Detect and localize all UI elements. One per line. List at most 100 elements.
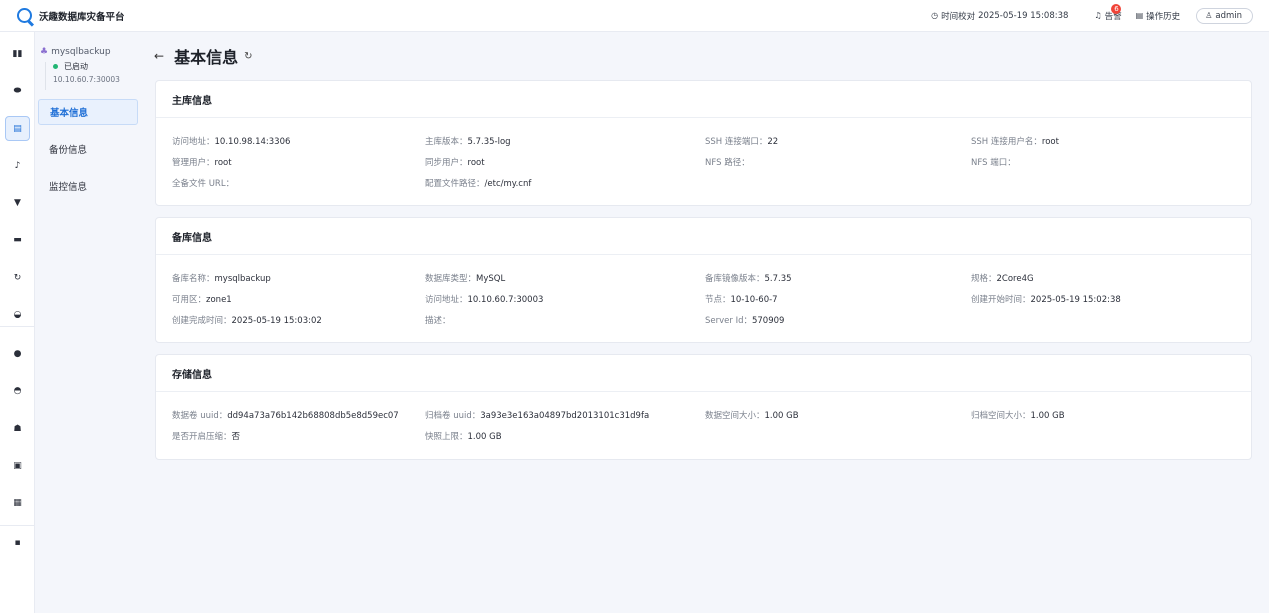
rail-bar-chart[interactable]: ▮▮ — [5, 41, 30, 66]
field-server-id: Server Id：570909 — [705, 316, 785, 326]
operation-history-button[interactable]: ▤ 操作历史 — [1136, 10, 1181, 22]
rail-divider — [0, 326, 35, 327]
user-icon: ♙ — [1205, 11, 1213, 20]
clock-icon: ◷ — [931, 11, 939, 20]
brand[interactable]: 沃趣数据库灾备平台 — [17, 8, 125, 23]
field-admin-user: 管理用户：root — [172, 158, 232, 168]
field-archive-space: 归档空间大小：1.00 GB — [971, 411, 1065, 421]
rail-music[interactable]: ♪ — [5, 153, 30, 178]
rail-monitor[interactable]: ▪ — [5, 530, 30, 555]
rail-half-circle[interactable]: ◓ — [5, 378, 30, 403]
time-label: 时间校对 — [941, 11, 976, 22]
refresh-icon[interactable]: ↻ — [244, 51, 252, 62]
history-icon: ▤ — [1135, 11, 1144, 20]
instance-name-row[interactable]: ♣ mysqlbackup — [40, 47, 120, 57]
instance-connector-line — [45, 62, 46, 90]
nav-label: 备份信息 — [49, 145, 88, 156]
bar-chart-icon: ▮▮ — [12, 48, 23, 59]
nav-label: 监控信息 — [49, 182, 88, 193]
standby-info-card: 备库信息 备库名称：mysqlbackup 数据库类型：MySQL 备库镜像版本… — [155, 217, 1252, 343]
page-header: ← 基本信息 ↻ — [154, 44, 252, 68]
field-spec: 规格：2Core4G — [971, 274, 1034, 284]
instance-summary: ♣ mysqlbackup 已启动 10.10.60.7:30003 — [40, 47, 120, 84]
history-label: 操作历史 — [1146, 11, 1181, 22]
user-name: admin — [1215, 10, 1242, 21]
rail-divider — [0, 525, 35, 526]
field-config-path: 配置文件路径：/etc/my.cnf — [425, 179, 532, 189]
alarm-button[interactable]: ♫ 告警 6 — [1094, 3, 1122, 22]
page-title: 基本信息 — [174, 48, 239, 67]
time-value: 2025-05-19 15:08:38 — [978, 10, 1069, 21]
field-access-address: 访问地址：10.10.98.14:3306 — [172, 137, 291, 147]
primary-info-card: 主库信息 访问地址：10.10.98.14:3306 主库版本：5.7.35-l… — [155, 80, 1252, 206]
field-nfs-port: NFS 端口： — [971, 158, 1016, 168]
field-description: 描述： — [425, 316, 451, 326]
field-create-start: 创建开始时间：2025-05-19 15:02:38 — [971, 295, 1121, 305]
rail-chat[interactable]: ▼ — [5, 190, 30, 215]
field-node: 节点：10-10-60-7 — [705, 295, 778, 305]
monitor-icon: ▪ — [14, 537, 21, 548]
rail-gauge[interactable]: ◒ — [5, 302, 30, 327]
instance-status: 已启动 — [53, 61, 120, 72]
instance-address: 10.10.60.7:30003 — [53, 75, 120, 84]
status-dot-icon — [53, 64, 58, 69]
field-compression: 是否开启压缩：否 — [172, 432, 241, 442]
back-arrow-icon[interactable]: ← — [154, 49, 164, 63]
field-snapshot-limit: 快照上限：1.00 GB — [425, 432, 502, 442]
top-bar: 沃趣数据库灾备平台 ◷ 时间校对 2025-05-19 15:08:38 ♫ 告… — [0, 0, 1269, 32]
field-zone: 可用区：zone1 — [172, 295, 232, 305]
left-rail: ▮▮ ⬬ ▤ ♪ ▼ ▬ ↻ ◒ ● ◓ ☗ ▣ ▦ ▪ — [0, 32, 35, 613]
storage-info-card: 存储信息 数据卷 uuid：dd94a73a76b142b68808db5e8d… — [155, 354, 1252, 460]
rail-location[interactable]: ● — [5, 341, 30, 366]
card-title: 存储信息 — [156, 355, 1251, 392]
document-icon: ▤ — [13, 123, 22, 134]
rail-redo[interactable]: ↻ — [5, 265, 30, 290]
field-sync-user: 同步用户：root — [425, 158, 485, 168]
nav-basic-info[interactable]: 基本信息 — [38, 99, 138, 125]
field-ssh-port: SSH 连接端口：22 — [705, 137, 779, 147]
instance-status-text: 已启动 — [64, 62, 88, 71]
top-right-tools: ◷ 时间校对 2025-05-19 15:08:38 ♫ 告警 6 ▤ 操作历史… — [931, 3, 1253, 24]
database-icon: ⬬ — [13, 85, 22, 96]
truck-icon: ▬ — [13, 234, 22, 245]
field-standby-address: 访问地址：10.10.60.7:30003 — [425, 295, 544, 305]
rail-database[interactable]: ⬬ — [5, 78, 30, 103]
location-pin-icon: ● — [13, 348, 22, 359]
field-archive-volume-uuid: 归档卷 uuid：3a93e3e163a04897bd2013101c31d9f… — [425, 411, 650, 421]
rail-document[interactable]: ▤ — [5, 116, 30, 141]
field-data-volume-uuid: 数据卷 uuid：dd94a73a76b142b68808db5e8d59ec0… — [172, 411, 399, 421]
rail-truck[interactable]: ▬ — [5, 227, 30, 252]
field-nfs-path: NFS 路径： — [705, 158, 750, 168]
field-create-end: 创建完成时间：2025-05-19 15:03:02 — [172, 316, 322, 326]
rail-user[interactable]: ☗ — [5, 416, 30, 441]
field-ssh-user: SSH 连接用户名：root — [971, 137, 1059, 147]
chat-icon: ▼ — [14, 197, 21, 208]
field-db-type: 数据库类型：MySQL — [425, 274, 506, 284]
time-check[interactable]: ◷ 时间校对 2025-05-19 15:08:38 — [931, 10, 1068, 22]
user-icon: ☗ — [13, 423, 22, 434]
nav-label: 基本信息 — [50, 108, 89, 119]
redo-icon: ↻ — [13, 272, 22, 283]
card-title: 备库信息 — [156, 218, 1251, 255]
nav-monitor-info[interactable]: 监控信息 — [38, 173, 138, 199]
rail-calendar[interactable]: ▣ — [5, 453, 30, 478]
calendar-icon: ▣ — [13, 460, 22, 471]
card-title: 主库信息 — [156, 81, 1251, 118]
half-circle-icon: ◓ — [13, 385, 22, 396]
field-image-version: 备库镜像版本：5.7.35 — [705, 274, 792, 284]
nav-backup-info[interactable]: 备份信息 — [38, 136, 138, 162]
gauge-icon: ◒ — [13, 309, 22, 320]
instance-name: mysqlbackup — [51, 47, 111, 57]
music-note-icon: ♪ — [14, 160, 21, 171]
field-standby-name: 备库名称：mysqlbackup — [172, 274, 271, 284]
sub-navigation: ♣ mysqlbackup 已启动 10.10.60.7:30003 基本信息 … — [35, 32, 138, 613]
bell-icon: ♫ — [1094, 11, 1102, 20]
field-primary-version: 主库版本：5.7.35-log — [425, 137, 511, 147]
rail-clipboard[interactable]: ▦ — [5, 490, 30, 515]
field-data-space: 数据空间大小：1.00 GB — [705, 411, 799, 421]
clipboard-icon: ▦ — [13, 497, 22, 508]
field-full-backup-url: 全备文件 URL： — [172, 179, 235, 189]
topology-icon: ♣ — [40, 47, 49, 57]
app-title: 沃趣数据库灾备平台 — [39, 11, 125, 23]
user-menu-button[interactable]: ♙ admin — [1196, 7, 1253, 24]
